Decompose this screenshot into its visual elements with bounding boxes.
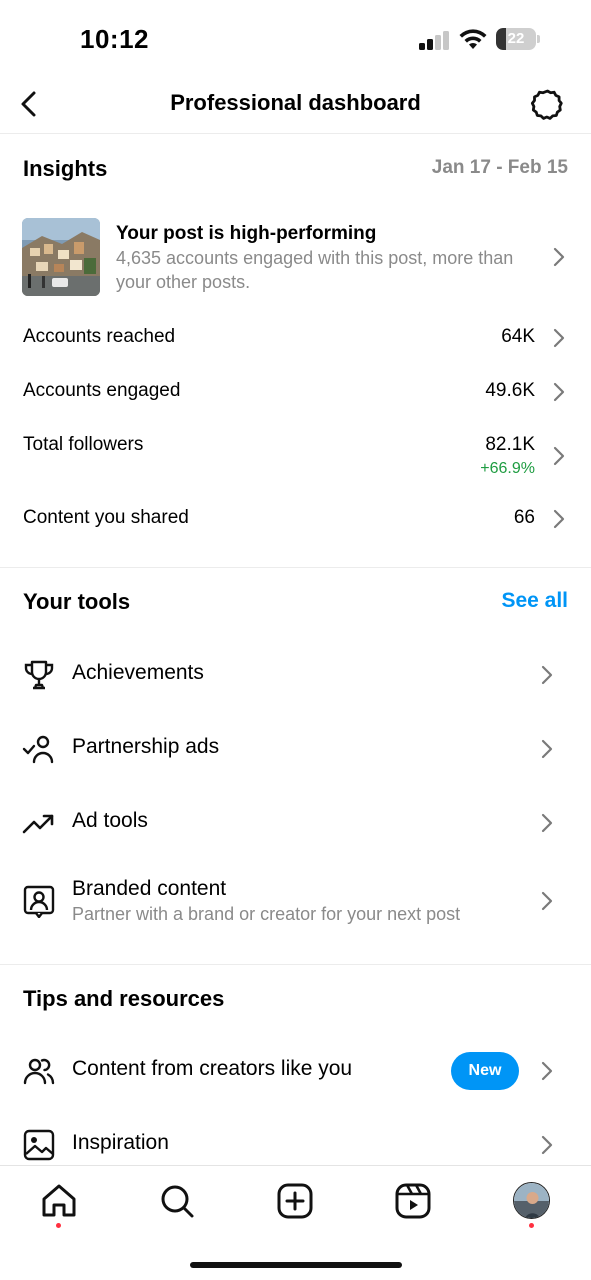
page-title: Professional dashboard [170,90,421,115]
battery-level: 22 [507,30,525,47]
tool-label: Branded content [72,877,227,900]
chevron-right-icon [541,1135,553,1155]
post-card-description: 4,635 accounts engaged with this post, m… [116,248,514,292]
insights-title: Insights [23,156,108,181]
profile-avatar[interactable] [513,1182,550,1219]
new-badge: New [451,1052,519,1090]
metric-label: Accounts engaged [23,380,181,401]
chevron-right-icon [541,665,553,685]
date-range[interactable]: Jan 17 - Feb 15 [432,157,568,179]
image-icon [23,1129,55,1161]
partnership-icon [22,735,54,764]
battery-icon: 22 [496,28,540,50]
section-divider [0,567,591,568]
search-icon[interactable] [157,1181,197,1221]
tips-title: Tips and resources [23,986,225,1011]
metric-value: 66 [513,507,535,528]
wifi-icon [459,29,487,49]
post-thumbnail [22,218,100,296]
chevron-right-icon [553,509,565,529]
metric-label: Content you shared [23,507,189,528]
top-header: Professional dashboard [0,76,591,134]
tool-label: Partnership ads [72,735,220,758]
branded-content-icon [23,885,55,918]
tool-row-achievements[interactable]: Achievements [0,645,591,705]
cellular-signal-icon [419,30,451,50]
tip-label: Inspiration [72,1131,169,1154]
tool-row-branded-content[interactable]: Branded content Partner with a brand or … [0,866,591,938]
profile-notification-dot [529,1223,534,1228]
tool-label: Ad tools [72,809,148,832]
home-notification-dot [56,1223,61,1228]
trophy-icon [24,660,54,690]
tools-title: Your tools [23,589,131,614]
chevron-right-icon [541,891,553,911]
chevron-right-icon [541,813,553,833]
metric-row-accounts-reached[interactable]: Accounts reached 64K [0,318,591,358]
section-divider [0,964,591,965]
metric-value: 49.6K [485,380,535,401]
people-icon [23,1058,55,1085]
home-icon[interactable] [39,1181,79,1221]
status-time: 10:12 [80,24,149,54]
chevron-right-icon [541,1061,553,1081]
gear-icon[interactable] [529,87,565,123]
chevron-right-icon [553,446,565,466]
trending-up-icon [22,814,54,834]
chevron-right-icon [553,328,565,348]
metric-row-content-shared[interactable]: Content you shared 66 [0,499,591,539]
tool-sublabel: Partner with a brand or creator for your… [72,904,461,924]
metric-label: Accounts reached [23,326,176,347]
chevron-right-icon [553,382,565,402]
tool-row-partnership-ads[interactable]: Partnership ads [0,719,591,779]
tool-row-ad-tools[interactable]: Ad tools [0,793,591,853]
follower-growth-delta: +66.9% [480,460,535,477]
reels-icon[interactable] [393,1181,433,1221]
high-performing-post-card[interactable]: Your post is high-performing 4,635 accou… [0,210,591,302]
metric-value: 64K [501,326,535,347]
metric-row-accounts-engaged[interactable]: Accounts engaged 49.6K [0,372,591,412]
home-indicator [190,1262,402,1268]
metric-value: 82.1K [485,434,535,455]
status-bar: 10:12 22 [0,0,591,80]
see-all-link[interactable]: See all [501,589,568,613]
tool-label: Achievements [72,661,204,684]
metric-label: Total followers [23,434,144,455]
chevron-right-icon [553,247,565,267]
tip-label: Content from creators like you [72,1057,353,1080]
create-icon[interactable] [275,1181,315,1221]
post-card-title: Your post is high-performing [116,223,377,244]
tip-row-inspiration[interactable]: Inspiration [0,1115,591,1163]
metric-row-total-followers[interactable]: Total followers 82.1K +66.9% [0,426,591,484]
chevron-right-icon [541,739,553,759]
